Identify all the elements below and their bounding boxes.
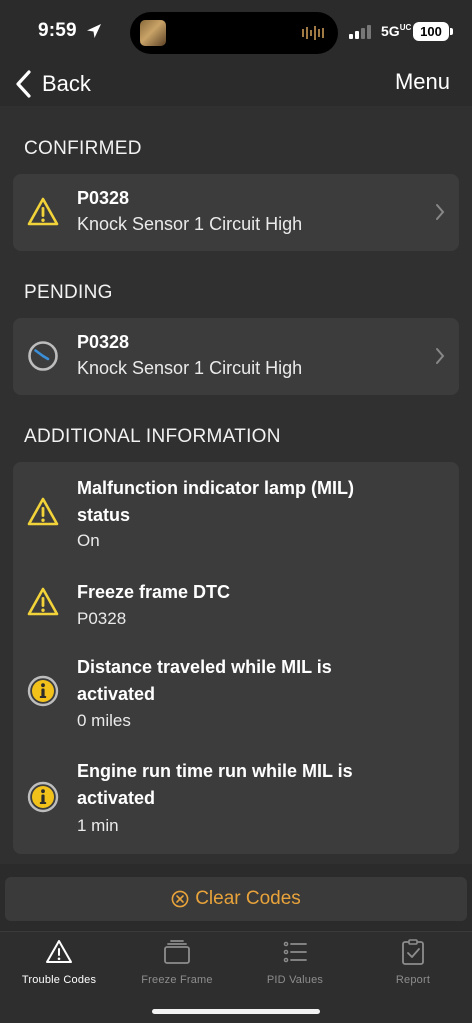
pending-code-description: Knock Sensor 1 Circuit High [77, 358, 303, 378]
battery-tip [450, 28, 453, 35]
battery-indicator: 100 [413, 22, 449, 41]
info-title: Distance traveled while MIL is activated [77, 657, 332, 704]
now-playing-artwork [140, 20, 166, 46]
dynamic-island [130, 12, 338, 54]
tab-label: PID Values [266, 974, 324, 986]
tab-freeze-frame[interactable]: Freeze Frame [118, 938, 236, 994]
freeze-frame-icon [164, 940, 190, 964]
audio-wave-icon [302, 26, 324, 40]
chevron-left-icon [16, 70, 31, 98]
info-title: Malfunction indicator lamp (MIL) status [77, 478, 354, 525]
info-icon [27, 675, 59, 707]
back-button[interactable]: Back [14, 62, 91, 106]
additional-info-card: Malfunction indicator lamp (MIL) status … [13, 462, 459, 854]
info-value: P0328 [77, 609, 127, 628]
tab-report[interactable]: Report [354, 938, 472, 994]
warning-icon [27, 197, 59, 226]
section-header-additional: ADDITIONAL INFORMATION [24, 426, 281, 447]
info-title: Engine run time run while MIL is activat… [77, 761, 353, 808]
tab-label: Report [395, 974, 431, 986]
warning-triangle-icon [46, 940, 72, 963]
warning-icon [27, 497, 59, 526]
tab-label: Freeze Frame [141, 974, 213, 986]
status-bar: 9:59 5GUC 100 [0, 0, 472, 62]
warning-icon [27, 587, 59, 616]
confirmed-code-description: Knock Sensor 1 Circuit High [77, 214, 303, 234]
confirmed-code-row[interactable]: P0328 Knock Sensor 1 Circuit High [13, 174, 459, 251]
network-type: 5GUC [381, 23, 412, 39]
chevron-right-icon [436, 204, 445, 220]
section-header-pending: PENDING [24, 282, 113, 303]
pending-code: P0328 [77, 332, 130, 352]
info-value: 1 min [77, 816, 119, 835]
navigation-bar: Back Menu [0, 62, 472, 106]
info-value: On [77, 531, 100, 550]
back-label: Back [42, 71, 91, 96]
list-icon [283, 941, 307, 963]
status-time: 9:59 [38, 20, 77, 41]
chevron-right-icon [436, 348, 445, 364]
clear-x-circle-icon [171, 890, 189, 908]
section-header-confirmed: CONFIRMED [24, 138, 142, 159]
tab-pid-values[interactable]: PID Values [236, 938, 354, 994]
home-indicator[interactable] [152, 1009, 320, 1014]
info-value: 0 miles [77, 711, 131, 730]
clock-icon [28, 341, 58, 371]
clear-codes-button[interactable]: Clear Codes [5, 877, 467, 921]
tab-trouble-codes[interactable]: Trouble Codes [0, 938, 118, 994]
clear-codes-label: Clear Codes [195, 888, 301, 909]
info-icon [27, 781, 59, 813]
clipboard-check-icon [402, 939, 424, 965]
trouble-codes-content[interactable]: CONFIRMED P0328 Knock Sensor 1 Circuit H… [0, 106, 472, 864]
confirmed-code: P0328 [77, 188, 130, 208]
tab-label: Trouble Codes [21, 974, 97, 986]
cellular-signal-icon [349, 25, 371, 39]
menu-button[interactable]: Menu [395, 62, 450, 106]
info-title: Freeze frame DTC [77, 582, 231, 602]
location-arrow-icon [87, 24, 101, 38]
pending-code-row[interactable]: P0328 Knock Sensor 1 Circuit High [13, 318, 459, 395]
